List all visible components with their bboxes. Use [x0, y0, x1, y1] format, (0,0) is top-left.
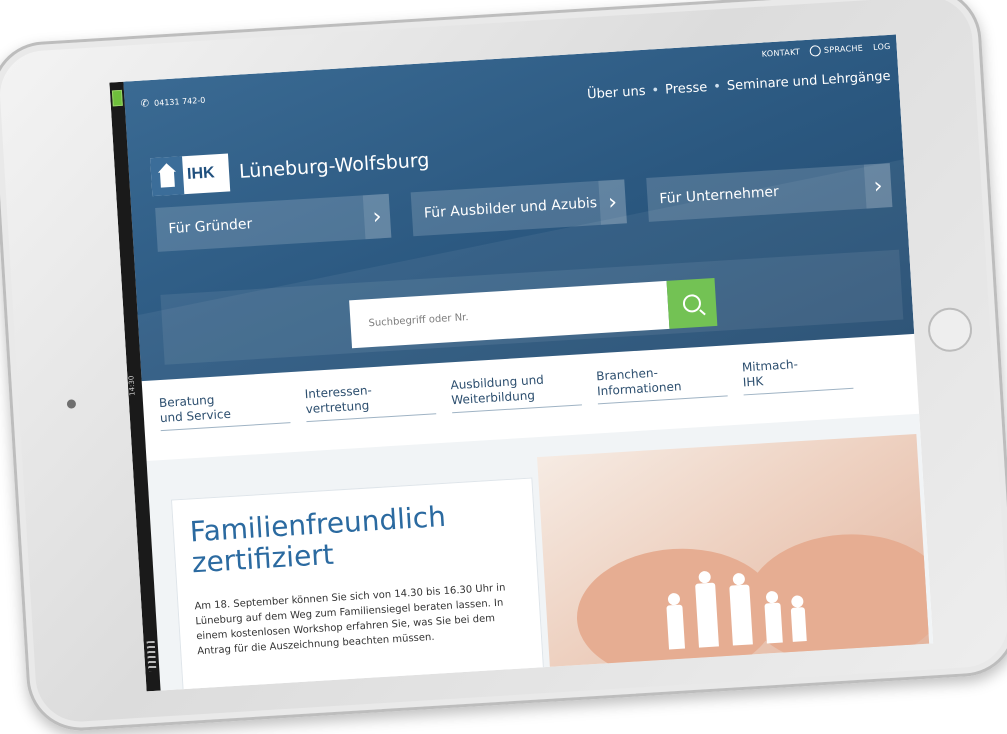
teaser-image-hands-family	[537, 433, 930, 677]
secnav-separator: •	[651, 83, 660, 99]
logo-chamber-name: Lüneburg-Wolfsburg	[238, 149, 430, 183]
chevron-right-icon: ›	[598, 179, 627, 225]
logo-ihk-text: IHK	[186, 164, 216, 183]
web-page: KONTAKT SPRACHE LOG ✆ 04131 742-0 Über u…	[123, 34, 934, 692]
search-box	[349, 278, 718, 349]
secnav-item-presse[interactable]: Presse	[665, 80, 708, 98]
teaser-card[interactable]: Familienfreundlich zertifiziert Am 18. S…	[170, 477, 545, 692]
chevron-right-icon: ›	[863, 163, 893, 209]
nav-item-branchen[interactable]: Branchen- Informationen	[595, 361, 728, 405]
logo-badge: IHK	[150, 153, 231, 197]
nav-item-ausbildung[interactable]: Ausbildung und Weiterbildung	[450, 370, 582, 414]
phone-label: 04131 742-0	[153, 95, 206, 108]
tablet-screen: 14:30 KONTAKT SPRACHE LOG ✆ 04131 742-0	[109, 34, 934, 692]
search-icon	[682, 293, 702, 313]
tablet-frame: 14:30 KONTAKT SPRACHE LOG ✆ 04131 742-0	[0, 0, 1007, 734]
figure-shape	[729, 584, 753, 646]
login-link[interactable]: LOG	[873, 42, 891, 52]
secondary-nav: Über uns • Presse • Seminare und Lehrgän…	[587, 69, 891, 103]
paper-family-figures	[654, 560, 829, 650]
site-logo[interactable]: IHK Lüneburg-Wolfsburg	[150, 141, 430, 197]
nav-item-beratung[interactable]: Beratung und Service	[158, 388, 291, 432]
site-header: KONTAKT SPRACHE LOG ✆ 04131 742-0 Über u…	[123, 34, 915, 382]
figure-shape	[764, 602, 783, 644]
topic-label: Für Gründer	[155, 195, 366, 252]
figure-shape	[666, 604, 686, 650]
signal-icon	[146, 640, 157, 672]
tablet-device: 14:30 KONTAKT SPRACHE LOG ✆ 04131 742-0	[0, 0, 1007, 734]
top-utility-bar: KONTAKT SPRACHE LOG	[761, 41, 891, 60]
search-band	[160, 249, 904, 365]
teaser-text: Am 18. September können Sie sich von 14.…	[194, 582, 506, 658]
building-icon	[150, 156, 185, 197]
search-button[interactable]	[666, 278, 718, 329]
topic-unternehmer[interactable]: Für Unternehmer ›	[646, 163, 893, 222]
contact-link[interactable]: KONTAKT	[761, 47, 800, 58]
language-switch[interactable]: SPRACHE	[809, 43, 864, 57]
nav-item-mitmach[interactable]: Mitmach- IHK	[741, 353, 854, 396]
secnav-item-seminare[interactable]: Seminare und Lehrgänge	[726, 69, 890, 94]
topic-gruender[interactable]: Für Gründer ›	[155, 193, 392, 252]
battery-icon	[111, 89, 123, 107]
secnav-separator: •	[712, 79, 722, 95]
content-area: Familienfreundlich zertifiziert Am 18. S…	[146, 413, 934, 692]
teaser-title: Familienfreundlich zertifiziert	[189, 500, 449, 579]
topic-label: Für Unternehmer	[646, 164, 867, 222]
status-time: 14:30	[127, 375, 137, 397]
globe-icon	[809, 45, 822, 57]
topic-ausbilder[interactable]: Für Ausbilder und Azubis ›	[410, 179, 627, 237]
language-label: SPRACHE	[823, 43, 864, 55]
home-button[interactable]	[926, 306, 974, 354]
nav-item-interessenvertretung[interactable]: Interessen- vertretung	[304, 379, 437, 423]
phone-icon: ✆	[140, 98, 150, 110]
figure-shape	[695, 582, 719, 648]
phone-number[interactable]: ✆ 04131 742-0	[140, 95, 205, 110]
topic-label: Für Ausbilder und Azubis	[410, 180, 601, 237]
secnav-item-ueber-uns[interactable]: Über uns	[587, 84, 646, 103]
camera-lens	[66, 399, 77, 409]
search-input[interactable]	[349, 280, 670, 349]
chevron-right-icon: ›	[362, 193, 392, 240]
figure-shape	[790, 607, 807, 642]
